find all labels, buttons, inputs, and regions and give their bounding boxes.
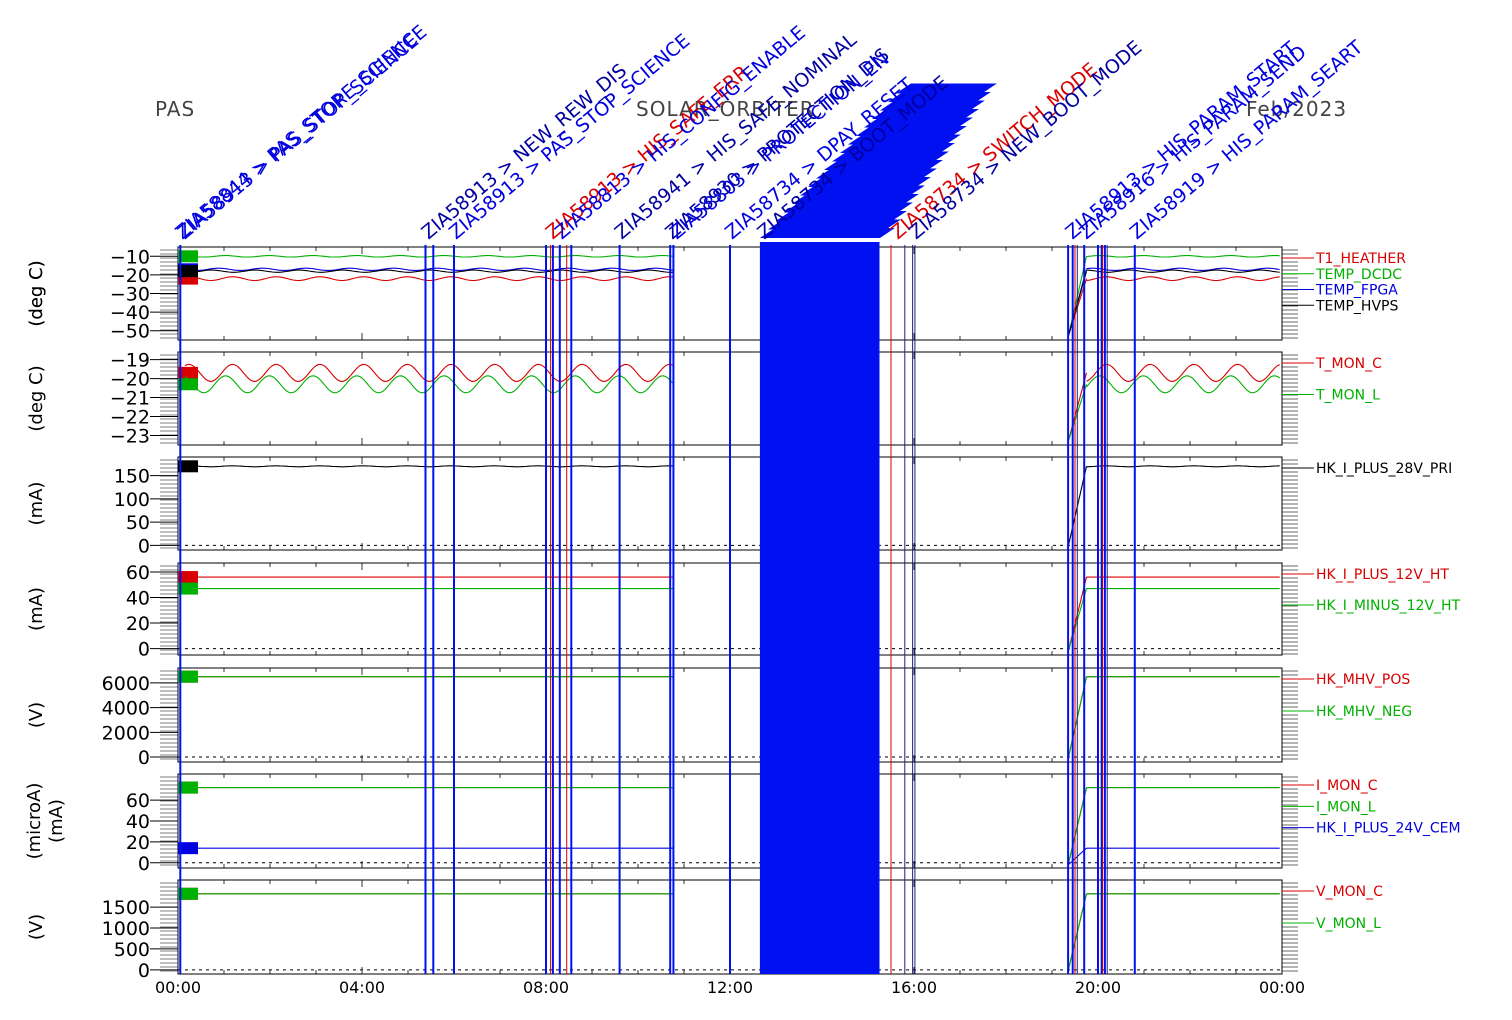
panel-1: −10−20−30−40−50(deg C)(deg C)T1_HEATHERT… (26, 246, 1406, 342)
legend-t_mon_c: T_MON_C (1315, 356, 1382, 372)
legend-hk_i_plus_12v_ht: HK_I_PLUS_12V_HT (1316, 567, 1449, 583)
series-line-t1_heather (1086, 276, 1280, 282)
event-label: ZIA58919 > HIS_PARAM_SEART (1126, 36, 1368, 244)
legend-v_mon_c: V_MON_C (1316, 884, 1383, 900)
y-tick-label: 0 (138, 853, 150, 875)
y-axis-label: (mA) (26, 482, 47, 526)
y-tick-label: 500 (114, 939, 150, 961)
event-label: ZIA58913 > NEW_REW_DIS (417, 60, 631, 244)
y-axis-label: (microA) (24, 783, 45, 860)
y-tick-label: 20 (126, 613, 150, 635)
series-line-temp_fpga (1086, 267, 1280, 271)
series-line-t_mon_l (184, 375, 673, 394)
y-tick-label: 4000 (102, 698, 150, 720)
x-tick-label: 20:00 (1075, 978, 1121, 997)
y-axis-label: (mA) (46, 799, 67, 843)
y-tick-label: 6000 (102, 673, 150, 695)
y-tick-label: −23 (110, 426, 150, 448)
panel-6: 6040200 (microA) (mA) I_MON_C I_MON_L HK_I_PL… (24, 773, 1461, 875)
y-tick-label: 2000 (102, 722, 150, 744)
y-axis-label: (mA) (26, 587, 47, 631)
y-tick-label: 50 (126, 512, 150, 534)
legend-hk_i_plus_28v_pri: HK_I_PLUS_28V_PRI (1316, 461, 1452, 477)
x-tick-label: 12:00 (707, 978, 753, 997)
legend-hk_mhv_neg: HK_MHV_NEG (1316, 704, 1412, 720)
panel-5: 6000 40002000 0 (V) HK_MHV_POS HK_MHV_NEG (26, 667, 1412, 769)
y-tick-label: 0 (138, 535, 150, 557)
y-axis-label: (deg C) (26, 365, 47, 431)
legend-i_mon_c: I_MON_C (1316, 778, 1378, 794)
housekeeping-chart: −10−20−30−40−50(deg C)(deg C)T1_HEATHERT… (24, 21, 1461, 997)
y-tick-label: 1000 (102, 918, 150, 940)
y-tick-label: 0 (138, 960, 150, 982)
command-burst-band (759, 242, 880, 974)
legend-hk_mhv_pos: HK_MHV_POS (1316, 672, 1410, 688)
y-tick-label: 100 (114, 489, 150, 511)
series-line-t_mon_l (1086, 375, 1281, 394)
y-tick-label: 60 (126, 790, 150, 812)
legend-v_mon_l: V_MON_L (1316, 916, 1381, 932)
legend-temp_fpga: TEMP_FPGA (1315, 283, 1398, 299)
y-tick-label: 40 (126, 811, 150, 833)
event-label: ZIA58913 > PAS_STOP_SCIENCE (174, 30, 423, 244)
legend-t_mon_l: T_MON_L (1315, 388, 1380, 404)
x-tick-label: 04:00 (339, 978, 385, 997)
event-markers (179, 83, 1136, 974)
y-tick-label: 150 (114, 466, 150, 488)
y-axis-label: (V) (26, 702, 47, 728)
panel-3: 150100500 (mA) HK_I_PLUS_28V_PRI (26, 456, 1452, 557)
y-tick-label: 40 (126, 588, 150, 610)
legend-temp_dcdc: TEMP_DCDC (1315, 267, 1402, 283)
series-line-temp_dcdc (184, 255, 673, 258)
series-line-t1_heather (184, 276, 673, 282)
panel-7: 150010005000 (V) V_MON_C V_MON_L (26, 879, 1383, 982)
panel-2: −19−20−21−22−23(deg C)T_MON_CT_MON_L (26, 350, 1382, 448)
legend-t1_heather: T1_HEATHER (1315, 251, 1406, 267)
y-tick-label: 0 (138, 639, 150, 661)
panel-4: 60 40 20 0 (mA) HK_I_PLUS_12V_HT HK_I_MINUS_12… (26, 562, 1461, 661)
x-tick-label: 16:00 (891, 978, 937, 997)
x-tick-label: 00:00 (155, 978, 201, 997)
series-line-temp_dcdc (1086, 255, 1280, 258)
legend-temp_hvps: TEMP_HVPS (1315, 298, 1398, 314)
y-tick-label: 60 (126, 562, 150, 584)
series-line-hk_i_plus_28v_pri (184, 465, 673, 468)
series-line-t_mon_c (184, 363, 673, 382)
series-line-t_mon_c (1086, 363, 1280, 382)
legend-hk_i_minus_12v_ht: HK_I_MINUS_12V_HT (1316, 598, 1461, 614)
y-tick-label: 20 (126, 832, 150, 854)
series-line-temp_hvps (184, 269, 673, 273)
legend-i_mon_l: I_MON_L (1316, 799, 1376, 815)
y-axis-label: (V) (26, 914, 47, 940)
series-line-hk_i_plus_28v_pri (1086, 465, 1280, 468)
x-tick-label: 08:00 (523, 978, 569, 997)
y-axis-label: (deg C) (26, 260, 47, 326)
x-tick-label: 00:00 (1259, 978, 1305, 997)
y-tick-label: 1500 (102, 897, 150, 919)
y-tick-label: 0 (138, 747, 150, 769)
y-tick-label: −50 (110, 321, 150, 343)
legend-hk_i_plus_24v_cem: HK_I_PLUS_24V_CEM (1316, 821, 1461, 837)
